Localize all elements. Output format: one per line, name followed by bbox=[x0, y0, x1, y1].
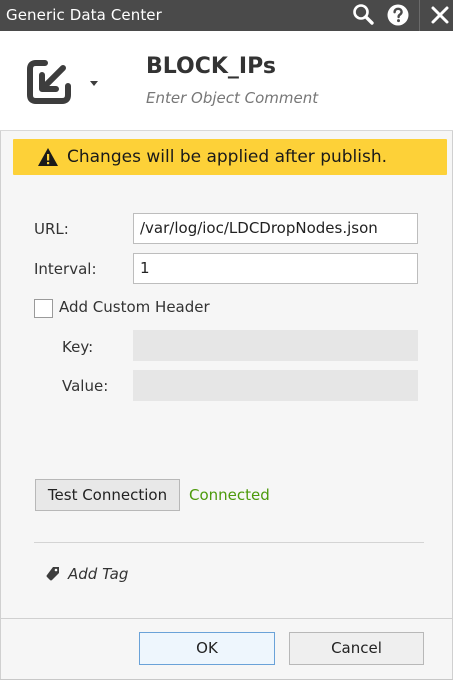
publish-warning-banner: Changes will be applied after publish. bbox=[13, 139, 447, 175]
test-connection-button[interactable]: Test Connection bbox=[35, 479, 180, 511]
url-label: URL: bbox=[34, 220, 69, 238]
section-divider bbox=[34, 542, 424, 543]
help-icon[interactable] bbox=[386, 3, 410, 27]
cancel-button[interactable]: Cancel bbox=[289, 632, 424, 665]
value-label: Value: bbox=[62, 377, 109, 395]
warning-icon bbox=[37, 147, 59, 167]
chevron-down-icon[interactable] bbox=[88, 74, 100, 86]
object-name[interactable]: BLOCK_IPs bbox=[146, 54, 276, 79]
key-label: Key: bbox=[62, 338, 94, 356]
connection-status: Connected bbox=[189, 486, 270, 504]
window-title: Generic Data Center bbox=[6, 6, 162, 24]
background-strip bbox=[0, 679, 453, 686]
add-tag-link[interactable]: Add Tag bbox=[68, 565, 128, 583]
value-field bbox=[133, 370, 418, 401]
title-separator bbox=[419, 0, 420, 31]
interval-label: Interval: bbox=[34, 260, 97, 278]
custom-header-checkbox[interactable] bbox=[34, 299, 53, 318]
object-comment[interactable]: Enter Object Comment bbox=[146, 89, 318, 107]
ok-button[interactable]: OK bbox=[139, 632, 275, 665]
key-field bbox=[133, 330, 418, 361]
title-bar: Generic Data Center bbox=[0, 0, 453, 31]
custom-header-label[interactable]: Add Custom Header bbox=[59, 298, 210, 316]
footer-divider bbox=[0, 618, 453, 619]
url-field[interactable]: /var/log/ioc/LDCDropNodes.json bbox=[133, 213, 418, 244]
tag-icon[interactable] bbox=[45, 566, 61, 582]
import-arrow-icon[interactable] bbox=[25, 58, 73, 106]
interval-field[interactable]: 1 bbox=[133, 253, 418, 284]
search-icon[interactable] bbox=[351, 2, 375, 26]
close-icon[interactable] bbox=[428, 3, 452, 27]
warning-text: Changes will be applied after publish. bbox=[67, 147, 388, 167]
